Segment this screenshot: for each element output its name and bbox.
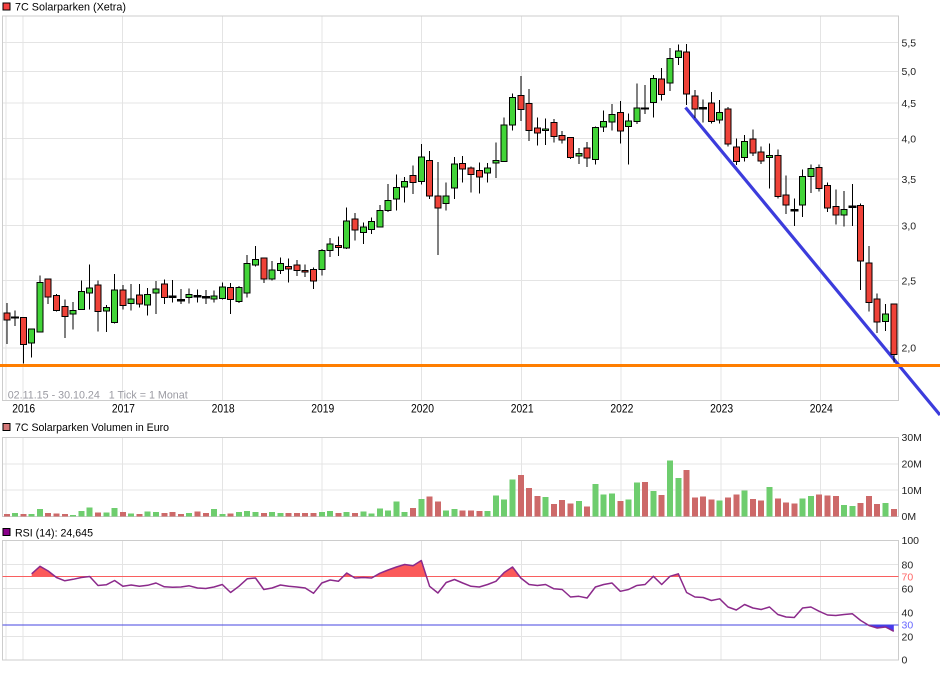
svg-text:7C Solarparken (Xetra): 7C Solarparken (Xetra) <box>15 2 126 14</box>
svg-text:30: 30 <box>902 620 914 632</box>
svg-text:2022: 2022 <box>610 401 633 415</box>
svg-text:60: 60 <box>902 583 914 595</box>
svg-text:100: 100 <box>902 535 920 547</box>
svg-text:40: 40 <box>902 607 914 619</box>
svg-text:10M: 10M <box>902 485 922 497</box>
svg-text:80: 80 <box>902 559 914 571</box>
svg-text:20: 20 <box>902 631 914 643</box>
svg-text:2,0: 2,0 <box>902 343 917 355</box>
svg-text:5,5: 5,5 <box>902 37 917 49</box>
svg-text:7C Solarparken Volumen in Euro: 7C Solarparken Volumen in Euro <box>15 422 169 434</box>
svg-text:2021: 2021 <box>511 401 534 415</box>
svg-text:30M: 30M <box>902 432 922 444</box>
svg-text:02.11.15 - 30.10.24 1 Tick =: 02.11.15 - 30.10.24 1 Tick = 1 Monat <box>8 390 188 402</box>
svg-text:2017: 2017 <box>112 401 135 415</box>
svg-text:2024: 2024 <box>810 401 833 415</box>
svg-text:2016: 2016 <box>12 401 35 415</box>
svg-text:5,0: 5,0 <box>902 66 917 78</box>
svg-text:2018: 2018 <box>212 401 235 415</box>
svg-text:2019: 2019 <box>311 401 334 415</box>
svg-text:3,5: 3,5 <box>902 174 917 186</box>
svg-text:4,5: 4,5 <box>902 98 917 110</box>
svg-text:20M: 20M <box>902 459 922 471</box>
svg-text:2023: 2023 <box>710 401 733 415</box>
svg-text:2020: 2020 <box>411 401 434 415</box>
svg-text:0: 0 <box>902 655 908 667</box>
svg-text:70: 70 <box>902 571 914 583</box>
svg-text:0M: 0M <box>902 511 917 523</box>
svg-text:2,5: 2,5 <box>902 275 917 287</box>
svg-text:3,0: 3,0 <box>902 220 917 232</box>
svg-text:RSI (14): 24,645: RSI (14): 24,645 <box>15 527 93 539</box>
svg-text:4,0: 4,0 <box>902 133 917 145</box>
